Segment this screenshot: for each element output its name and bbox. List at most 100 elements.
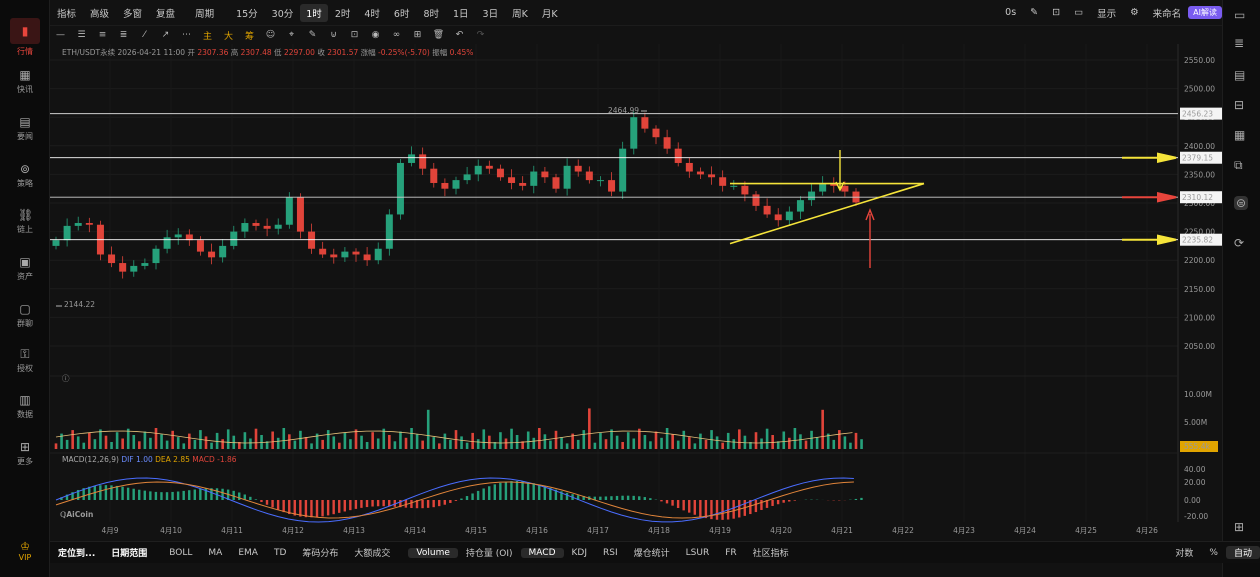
edit-icon[interactable]: ✎ <box>1023 7 1045 18</box>
candle <box>841 185 849 192</box>
macd-bar <box>126 487 130 500</box>
fib-tool-icon[interactable]: ≣ <box>113 30 134 40</box>
ray-tool-icon[interactable]: ↗ <box>155 30 176 40</box>
trades-icon[interactable]: ▤ <box>1234 68 1245 82</box>
layers-icon[interactable]: ⊞ <box>407 30 428 40</box>
text-tool-3-icon[interactable]: 筹 <box>239 29 260 42</box>
indicator-3[interactable]: MA <box>200 548 230 558</box>
more-tools-icon[interactable]: ⋯ <box>176 30 197 40</box>
indicator-15[interactable]: FR <box>717 548 744 558</box>
macd-bar <box>532 483 535 500</box>
undo-icon[interactable]: ↶ <box>449 30 470 40</box>
copy-icon[interactable]: ⧉ <box>1234 158 1243 173</box>
toolbar-item-3[interactable]: 复盘 <box>149 6 182 20</box>
toolbar-item-2[interactable]: 多窗 <box>116 6 149 20</box>
toolbar-item-1[interactable]: 高级 <box>83 6 116 20</box>
panel-icon[interactable]: ▭ <box>1234 8 1245 22</box>
sidebar-item-1[interactable]: ▦ 快讯 <box>0 68 50 112</box>
scale-0[interactable]: 对数 <box>1167 546 1201 559</box>
template[interactable]: 来命名 <box>1146 6 1189 20</box>
lock-icon[interactable]: ⊡ <box>344 30 365 40</box>
display[interactable]: 显示 <box>1090 6 1123 20</box>
calendar-icon[interactable]: ▦ <box>1234 128 1245 142</box>
indicator-14[interactable]: LSUR <box>678 548 718 558</box>
sidebar-item-3[interactable]: ⊚ 策略 <box>0 162 50 206</box>
indicator-8[interactable]: Volume <box>408 547 458 558</box>
indicator-5[interactable]: TD <box>266 548 294 558</box>
hline-tool-icon[interactable]: ☰ <box>71 30 92 40</box>
toolbar-item-8[interactable]: 2时 <box>328 6 358 20</box>
toolbar-item-5[interactable]: 15分 <box>229 6 265 20</box>
date-tick: 4月13 <box>343 526 365 535</box>
indicator-16[interactable]: 社区指标 <box>745 546 797 559</box>
candle <box>541 171 549 178</box>
left-sidebar: ▮ 行情 ▦ 快讯 ▤ 要闻 ⊚ 策略 ⛓ 链上 ▣ 资产 ▢ 群聊 ⚿ 授权 ▥ 数据 ⊞ 更多 <box>0 0 50 577</box>
text-tool-icon[interactable]: 主 <box>197 29 218 42</box>
macd-bar <box>526 482 530 500</box>
indicator-1[interactable]: 日期范围 <box>103 546 155 559</box>
candle <box>241 223 249 232</box>
volume-bar <box>515 435 519 449</box>
settings-icon[interactable]: ⚙ <box>1123 7 1146 18</box>
volume-bar <box>415 434 419 449</box>
sidebar-item-8[interactable]: ▥ 数据 <box>0 393 50 437</box>
brush-tool-icon[interactable]: ✎ <box>302 30 323 40</box>
indicator-12[interactable]: RSI <box>595 548 626 558</box>
sidebar-item-7[interactable]: ⚿ 授权 <box>0 347 50 391</box>
text-tool-2-icon[interactable]: 大 <box>218 29 239 42</box>
indicator-10[interactable]: MACD <box>520 547 564 558</box>
toolbar-item-14[interactable]: 周K <box>505 6 535 20</box>
timer[interactable]: 0s <box>998 7 1023 18</box>
toolbar-item-4[interactable]: 周期 <box>188 6 221 20</box>
date-tick: 4月15 <box>465 526 487 535</box>
toolbar-item-12[interactable]: 1日 <box>446 6 476 20</box>
layout-icon[interactable]: ▭ <box>1067 7 1090 18</box>
volume-bar <box>182 443 186 449</box>
indicator-13[interactable]: 爆仓统计 <box>626 546 678 559</box>
vip-badge[interactable]: ♔ VIP <box>14 540 36 562</box>
redo-icon[interactable]: ↷ <box>470 30 491 40</box>
sidebar-item-0[interactable]: ▮ 行情 <box>0 18 50 62</box>
toolbar-item-11[interactable]: 8时 <box>416 6 446 20</box>
scale-2[interactable]: 自动 <box>1225 546 1260 559</box>
indicator-2[interactable]: BOLL <box>161 548 200 558</box>
indicator-9[interactable]: 持仓量 (OI) <box>458 546 521 559</box>
toolbar-item-10[interactable]: 6时 <box>387 6 417 20</box>
refresh-icon[interactable]: ⟳ <box>1234 236 1244 250</box>
depth-icon[interactable]: ⊟ <box>1234 98 1244 112</box>
toolbar-item-0[interactable]: 指标 <box>50 6 83 20</box>
pen-tool-icon[interactable]: ⁄ <box>134 30 155 40</box>
toolbar-item-15[interactable]: 月K <box>535 6 565 20</box>
scale-1[interactable]: % <box>1201 548 1226 558</box>
magnet-icon[interactable]: ⊍ <box>323 30 344 40</box>
indicator-0[interactable]: 定位到... <box>50 546 103 559</box>
link-icon[interactable]: ∞ <box>386 30 407 40</box>
volume-bar <box>338 442 341 449</box>
sidebar-item-5[interactable]: ▣ 资产 <box>0 255 50 299</box>
toolbar-item-9[interactable]: 4时 <box>357 6 387 20</box>
sidebar-item-4[interactable]: ⛓ 链上 <box>0 208 50 252</box>
indicator-7[interactable]: 大额成交 <box>346 546 398 559</box>
sidebar-item-6[interactable]: ▢ 群聊 <box>0 302 50 346</box>
ai-button[interactable]: AI解读 <box>1188 6 1222 19</box>
sidebar-item-9[interactable]: ⊞ 更多 <box>0 440 50 484</box>
toolbar-item-6[interactable]: 30分 <box>265 6 301 20</box>
visibility-icon[interactable]: ◉ <box>365 30 386 40</box>
emoji-tool-icon[interactable]: ☺ <box>260 30 281 40</box>
volume-bar <box>576 439 580 449</box>
measure-tool-icon[interactable]: ⌖ <box>281 30 302 40</box>
indicator-4[interactable]: EMA <box>230 548 266 558</box>
sidebar-item-2[interactable]: ▤ 要闻 <box>0 115 50 159</box>
grid-icon[interactable]: ⊞ <box>1234 520 1244 534</box>
chart-area[interactable]: 2550.002500.002450.002400.002350.002300.… <box>50 44 1222 541</box>
game-icon[interactable]: ⊜ <box>1234 196 1249 210</box>
line-tool-icon[interactable]: — <box>50 30 71 40</box>
indicator-11[interactable]: KDJ <box>564 548 596 558</box>
delete-icon[interactable]: 🗑 <box>428 30 449 40</box>
toolbar-item-7[interactable]: 1时 <box>300 3 328 22</box>
orderbook-icon[interactable]: ≣ <box>1234 36 1244 50</box>
toolbar-item-13[interactable]: 3日 <box>476 6 506 20</box>
camera-icon[interactable]: ⊡ <box>1045 7 1067 18</box>
channel-tool-icon[interactable]: ≡ <box>92 30 113 40</box>
indicator-6[interactable]: 筹码分布 <box>294 546 346 559</box>
